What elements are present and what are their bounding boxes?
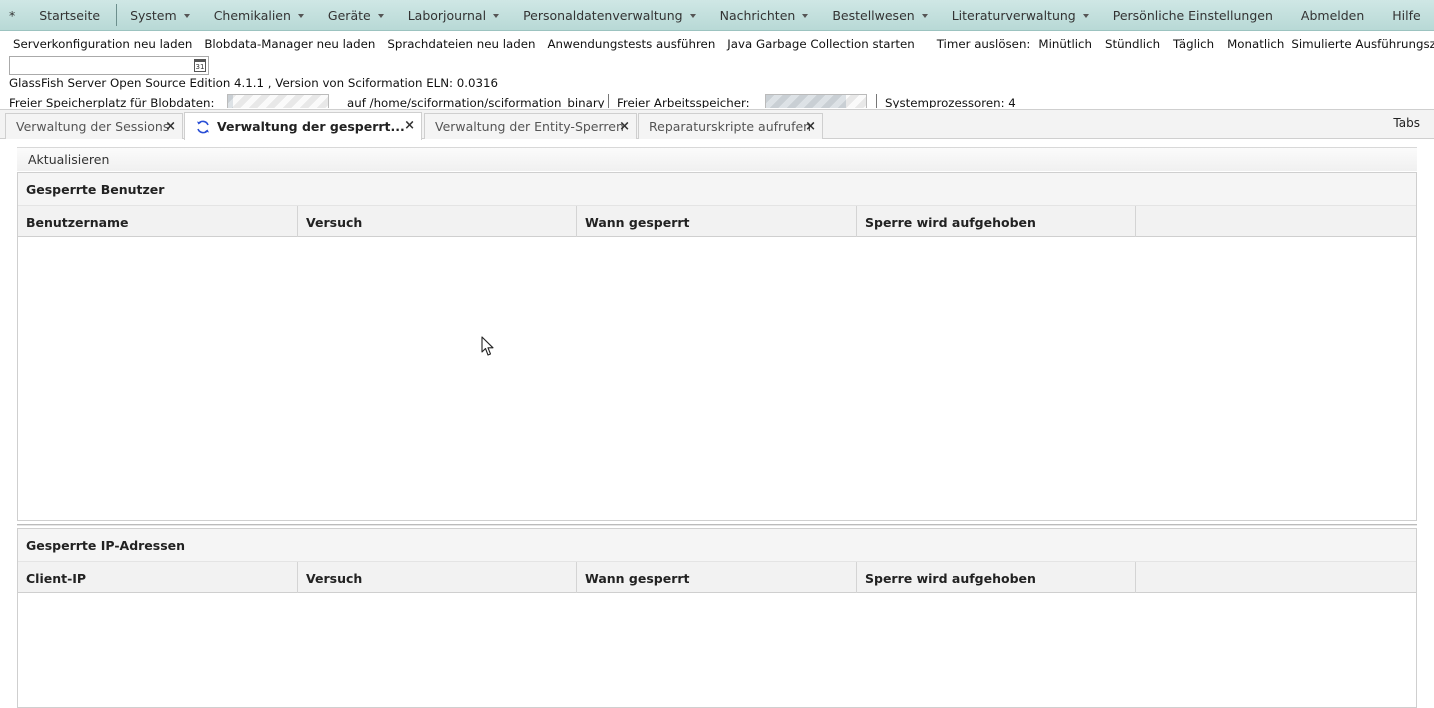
chevron-down-icon xyxy=(183,14,190,18)
free-memory-fill xyxy=(766,95,846,108)
admin-toolbar: Serverkonfiguration neu laden Blobdata-M… xyxy=(0,34,1434,54)
column-actions xyxy=(1136,562,1416,593)
chevron-down-icon xyxy=(377,14,384,18)
refresh-toolbar: Aktualisieren xyxy=(17,147,1417,171)
column-actions xyxy=(1136,206,1416,237)
blob-path-label: auf /home/sciformation/sciformation_bina… xyxy=(347,96,605,108)
close-icon[interactable]: × xyxy=(404,118,415,133)
chevron-down-icon xyxy=(802,14,809,18)
tab-entity-locks[interactable]: Verwaltung der Entity-Sperren × xyxy=(424,113,637,139)
menu-star-label: * xyxy=(9,7,16,23)
refresh-button[interactable]: Aktualisieren xyxy=(28,152,109,167)
mouse-cursor-icon xyxy=(481,336,494,356)
reload-blobdata-manager-link[interactable]: Blobdata-Manager neu laden xyxy=(204,37,375,51)
locked-ips-table-header: Client-IP Versuch Wann gesperrt Sperre w… xyxy=(18,561,1416,593)
simulated-time-label: Simulierte Ausführungszeit: xyxy=(1291,37,1434,51)
tab-repair-scripts[interactable]: Reparaturskripte aufrufen × xyxy=(638,113,823,139)
menu-system-label: System xyxy=(130,7,177,23)
menu-abmelden[interactable]: Abmelden xyxy=(1301,8,1364,23)
tab-sessions-label: Verwaltung der Sessions xyxy=(16,119,170,134)
timer-monthly-link[interactable]: Monatlich xyxy=(1227,37,1284,51)
menu-separator xyxy=(116,4,118,26)
menu-geraete-label: Geräte xyxy=(327,7,371,23)
column-attempt[interactable]: Versuch xyxy=(298,562,577,593)
close-icon[interactable]: × xyxy=(165,119,176,134)
close-icon[interactable]: × xyxy=(805,119,816,134)
menu-laborjournal-label: Laborjournal xyxy=(407,7,487,23)
tab-entity-locks-label: Verwaltung der Entity-Sperren xyxy=(435,119,624,134)
menu-persoenliche-einstellungen[interactable]: Persönliche Einstellungen xyxy=(1113,8,1273,23)
main-menubar: * Startseite System Chemikalien Geräte L… xyxy=(0,0,1434,31)
tab-repair-scripts-label: Reparaturskripte aufrufen xyxy=(649,119,812,134)
menu-hilfe[interactable]: Hilfe xyxy=(1392,8,1420,23)
panel-divider xyxy=(17,524,1417,526)
column-username[interactable]: Benutzername xyxy=(18,206,298,237)
chevron-down-icon xyxy=(921,14,928,18)
system-stats: Freier Speicherplatz für Blobdaten: auf … xyxy=(9,94,1434,108)
timer-daily-link[interactable]: Täglich xyxy=(1173,37,1214,51)
cpu-count-label: Systemprozessoren: 4 xyxy=(885,96,1016,108)
free-memory-bar xyxy=(765,94,867,108)
timer-minutely-link[interactable]: Minütlich xyxy=(1038,37,1092,51)
calendar-icon[interactable]: 31 xyxy=(194,59,206,72)
menu-laborjournal[interactable]: Laborjournal xyxy=(407,7,500,23)
menu-home-label: Startseite xyxy=(39,7,101,23)
close-icon[interactable]: × xyxy=(619,119,630,134)
locked-users-table-header: Benutzername Versuch Wann gesperrt Sperr… xyxy=(18,205,1416,237)
menu-nachrichten[interactable]: Nachrichten xyxy=(720,8,809,23)
blob-space-fill xyxy=(228,95,233,108)
timer-label: Timer auslösen: xyxy=(936,37,1031,51)
column-locked-at[interactable]: Wann gesperrt xyxy=(577,562,857,593)
timer-hourly-link[interactable]: Stündlich xyxy=(1105,37,1160,51)
free-memory-label: Freier Arbeitsspeicher: xyxy=(617,96,750,108)
chevron-down-icon xyxy=(297,14,304,18)
server-info: GlassFish Server Open Source Edition 4.1… xyxy=(9,76,499,90)
menu-star[interactable]: * xyxy=(9,8,15,23)
refresh-icon xyxy=(197,120,209,133)
menu-literaturverwaltung[interactable]: Literaturverwaltung xyxy=(952,8,1089,23)
locked-ips-panel: Gesperrte IP-Adressen Client-IP Versuch … xyxy=(17,528,1417,708)
blob-space-bar xyxy=(227,94,329,108)
tabs-menu-button[interactable]: Tabs xyxy=(1393,116,1420,130)
column-client-ip[interactable]: Client-IP xyxy=(18,562,298,593)
start-garbage-collection-link[interactable]: Java Garbage Collection starten xyxy=(727,37,914,51)
menu-geraete[interactable]: Geräte xyxy=(328,8,384,23)
column-locked-at[interactable]: Wann gesperrt xyxy=(577,206,857,237)
menu-literaturverwaltung-label: Literaturverwaltung xyxy=(951,7,1076,23)
menu-chemikalien[interactable]: Chemikalien xyxy=(214,8,304,23)
menu-personaldatenverwaltung-label: Personaldatenverwaltung xyxy=(523,7,683,23)
stats-separator xyxy=(608,94,609,108)
menu-chemikalien-label: Chemikalien xyxy=(213,7,291,23)
menu-hilfe-label: Hilfe xyxy=(1392,7,1421,23)
menu-personaldatenverwaltung[interactable]: Personaldatenverwaltung xyxy=(523,8,696,23)
locked-users-title: Gesperrte Benutzer xyxy=(18,173,1416,205)
tab-locked-users[interactable]: Verwaltung der gesperrt... × xyxy=(184,112,422,140)
tab-sessions[interactable]: Verwaltung der Sessions × xyxy=(5,113,183,139)
column-attempt[interactable]: Versuch xyxy=(298,206,577,237)
menu-system[interactable]: System xyxy=(130,8,190,23)
tab-bar: Verwaltung der Sessions × Verwaltung der… xyxy=(0,109,1434,140)
menu-home[interactable]: Startseite xyxy=(39,8,100,23)
column-unlock-at[interactable]: Sperre wird aufgehoben xyxy=(857,206,1136,237)
reload-language-files-link[interactable]: Sprachdateien neu laden xyxy=(387,37,535,51)
menu-abmelden-label: Abmelden xyxy=(1300,7,1365,23)
menu-persoenliche-einstellungen-label: Persönliche Einstellungen xyxy=(1112,7,1273,23)
menu-bestellwesen-label: Bestellwesen xyxy=(832,7,915,23)
reload-server-config-link[interactable]: Serverkonfiguration neu laden xyxy=(13,37,192,51)
tab-locked-users-label: Verwaltung der gesperrt... xyxy=(217,119,405,134)
column-unlock-at[interactable]: Sperre wird aufgehoben xyxy=(857,562,1136,593)
locked-ips-title: Gesperrte IP-Adressen xyxy=(18,529,1416,561)
menu-bestellwesen[interactable]: Bestellwesen xyxy=(832,7,928,23)
locked-users-panel: Gesperrte Benutzer Benutzername Versuch … xyxy=(17,172,1417,521)
chevron-down-icon xyxy=(689,14,696,18)
menu-nachrichten-label: Nachrichten xyxy=(719,7,796,23)
run-application-tests-link[interactable]: Anwendungstests ausführen xyxy=(547,37,715,51)
blob-space-label: Freier Speicherplatz für Blobdaten: xyxy=(9,96,215,108)
stats-separator xyxy=(876,94,877,108)
chevron-down-icon xyxy=(1082,14,1089,18)
simulated-time-input[interactable]: 31 xyxy=(9,56,209,75)
chevron-down-icon xyxy=(493,14,500,18)
